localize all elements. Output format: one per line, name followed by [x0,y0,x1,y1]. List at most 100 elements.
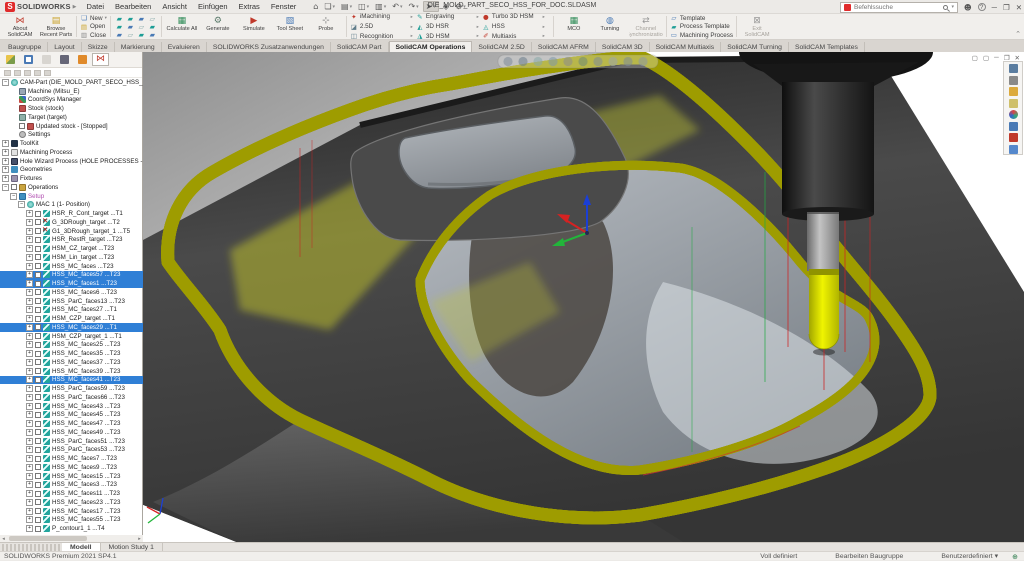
expand-icon[interactable]: + [26,315,33,322]
search-dropdown-icon[interactable]: ▾ [951,4,954,10]
expand-icon[interactable]: + [26,245,33,252]
expand-icon[interactable]: + [26,350,33,357]
operation-hss_mc_faces41[interactable]: +HSS_MC_faces41 ...T23 [0,376,143,385]
expand-icon[interactable]: + [26,228,33,235]
tree-horizontal-scrollbar[interactable]: ◂ ▸ [0,535,143,542]
expand-icon[interactable]: + [26,420,33,427]
expand-icon[interactable]: + [26,508,33,515]
probe-button[interactable]: ⊹Probe [309,15,343,39]
scroll-left-icon[interactable]: ◂ [0,536,7,542]
tree-item-coordsys[interactable]: CoordSys Manager [0,96,143,105]
redo-icon[interactable]: ↷▾ [406,2,420,11]
menu-ansicht[interactable]: Ansicht [157,1,192,12]
operation-hss_mc_faces6[interactable]: +HSS_MC_faces6 ...T23 [0,288,143,297]
design-library-icon[interactable] [1009,87,1018,96]
checkbox[interactable] [35,307,41,313]
expand-icon[interactable]: + [26,516,33,523]
tab-skizze[interactable]: Skizze [82,42,115,52]
display-manager-tab[interactable] [74,53,91,66]
operation-hss_mc_faces43[interactable]: +HSS_MC_faces43 ...T23 [0,402,143,411]
2-5d-button[interactable]: ◪2.5D▸ [350,23,416,31]
operation-hsm_czp_target[interactable]: +HSM_CZP_target ...T1 [0,314,143,323]
save-icon[interactable]: ◫▾ [356,2,371,11]
checkbox[interactable] [35,351,41,357]
ribbon-collapse-icon[interactable]: ⌃ [1015,30,1021,38]
search-icon[interactable] [943,5,948,10]
recognition-button[interactable]: ◫Recognition▸ [350,33,416,41]
operation-hsr_r_cont_target[interactable]: +HSR_R_Cont_target ...T1 [0,209,143,218]
tree-item-hole[interactable]: +Hole Wizard Process (HOLE PROCESSES - S… [0,157,143,166]
checkbox[interactable] [35,438,41,444]
tool-sheet-button[interactable]: ▧Tool Sheet [273,15,307,39]
operation-hss_mc_faces3[interactable]: +HSS_MC_faces3 ...T23 [0,481,143,490]
property-manager-tab[interactable] [20,53,37,66]
tab-solidworks-zusatzanwendungen[interactable]: SOLIDWORKS Zusatzanwendungen [207,42,331,52]
dimxpert-tab[interactable] [56,53,73,66]
expand-icon[interactable]: + [26,376,33,383]
graphics-viewport[interactable]: ▢ ▢ ─ ❐ ✕ [143,52,1024,542]
heads-up-view-toolbar[interactable] [498,55,658,68]
expand-icon[interactable]: + [26,411,33,418]
doc-restore-icon[interactable]: ❐ [1004,54,1010,62]
close-button[interactable]: ▥Close [80,31,107,39]
expand-icon[interactable]: + [26,473,33,480]
mco-button[interactable]: ▦MCO [557,15,591,39]
expand-icon[interactable]: + [26,289,33,296]
checkbox[interactable] [35,456,41,462]
hss-button[interactable]: ◬HSS▸ [482,23,548,31]
expand-icon[interactable]: + [26,280,33,287]
expand-icon[interactable]: + [26,368,33,375]
tree-item-operations[interactable]: −Operations [0,183,143,192]
operation-hss_mc_faces47[interactable]: +HSS_MC_faces47 ...T23 [0,419,143,428]
open-button[interactable]: ▤Open [80,23,107,31]
part-icon[interactable]: ▰ [147,23,158,31]
checkbox[interactable] [35,281,41,287]
about-solidcam-button[interactable]: ⋈About SolidCAM [3,15,37,39]
expand-icon[interactable]: + [2,149,9,156]
operation-g_3drough_target[interactable]: +✕G_3DRough_target ...T2 [0,218,143,227]
menu-bearbeiten[interactable]: Bearbeiten [110,1,156,12]
operation-hss_parc_faces13[interactable]: +HSS_ParC_faces13 ...T23 [0,297,143,306]
checkbox[interactable] [35,254,41,260]
tab-evaluieren[interactable]: Evaluieren [162,42,207,52]
close-icon[interactable]: ✕ [1016,3,1022,12]
checkbox[interactable] [35,342,41,348]
imachining-button[interactable]: ✦iMachining▸ [350,13,416,21]
tab-solidcam-part[interactable]: SolidCAM Part [331,42,389,52]
menu-extras[interactable]: Extras [234,1,265,12]
checkbox[interactable] [35,394,41,400]
tree-item-cam-part[interactable]: −CAM-Part (DIE_MOLD_PART_SECO_HSS_FOR_DO… [0,78,143,87]
checkbox[interactable] [35,421,41,427]
display-states-icon[interactable] [14,70,21,76]
tab-solidcam-2.5d[interactable]: SolidCAM 2.5D [472,42,531,52]
checkbox[interactable] [35,377,41,383]
expand-icon[interactable]: + [26,385,33,392]
checkbox[interactable] [35,491,41,497]
part-icon[interactable]: ▰ [136,31,147,39]
operation-hss_mc_faces49[interactable]: +HSS_MC_faces49 ...T23 [0,428,143,437]
operation-hss_mc_faces37[interactable]: +HSS_MC_faces37 ...T23 [0,358,143,367]
drawing-icon[interactable]: ▱ [147,15,158,23]
operation-hss_mc_faces1[interactable]: +HSS_MC_faces1 ...T23 [0,279,143,288]
process-template-button[interactable]: ▰Process Template [670,23,733,31]
expand-icon[interactable]: + [26,219,33,226]
operation-hss_mc_faces25[interactable]: +HSS_MC_faces25 ...T23 [0,341,143,350]
checkbox[interactable] [35,316,41,322]
filter-icon[interactable] [4,70,11,76]
expand-icon[interactable]: + [26,359,33,366]
tab-markierung[interactable]: Markierung [115,42,162,52]
expand-icon[interactable]: + [2,158,9,165]
expand-icon[interactable]: + [26,525,33,532]
operation-hss_parc_faces51[interactable]: +HSS_ParC_faces51 ...T23 [0,437,143,446]
tree-item-machine[interactable]: Machine (Mitsu_E) [0,87,143,96]
viewport-single-icon[interactable]: ▢ [983,54,989,62]
checkbox[interactable] [35,447,41,453]
help-icon[interactable]: ? [978,3,986,11]
turbo-3d-hsm-button[interactable]: ●Turbo 3D HSM▸ [482,13,548,21]
tab-layout[interactable]: Layout [48,42,81,52]
tab-baugruppe[interactable]: Baugruppe [2,42,48,52]
expand-icon[interactable]: + [26,490,33,497]
expand-icon[interactable]: + [26,306,33,313]
doc-minimize-icon[interactable]: ─ [994,54,999,62]
calculate-all-button[interactable]: ▦Calculate All [165,15,199,39]
